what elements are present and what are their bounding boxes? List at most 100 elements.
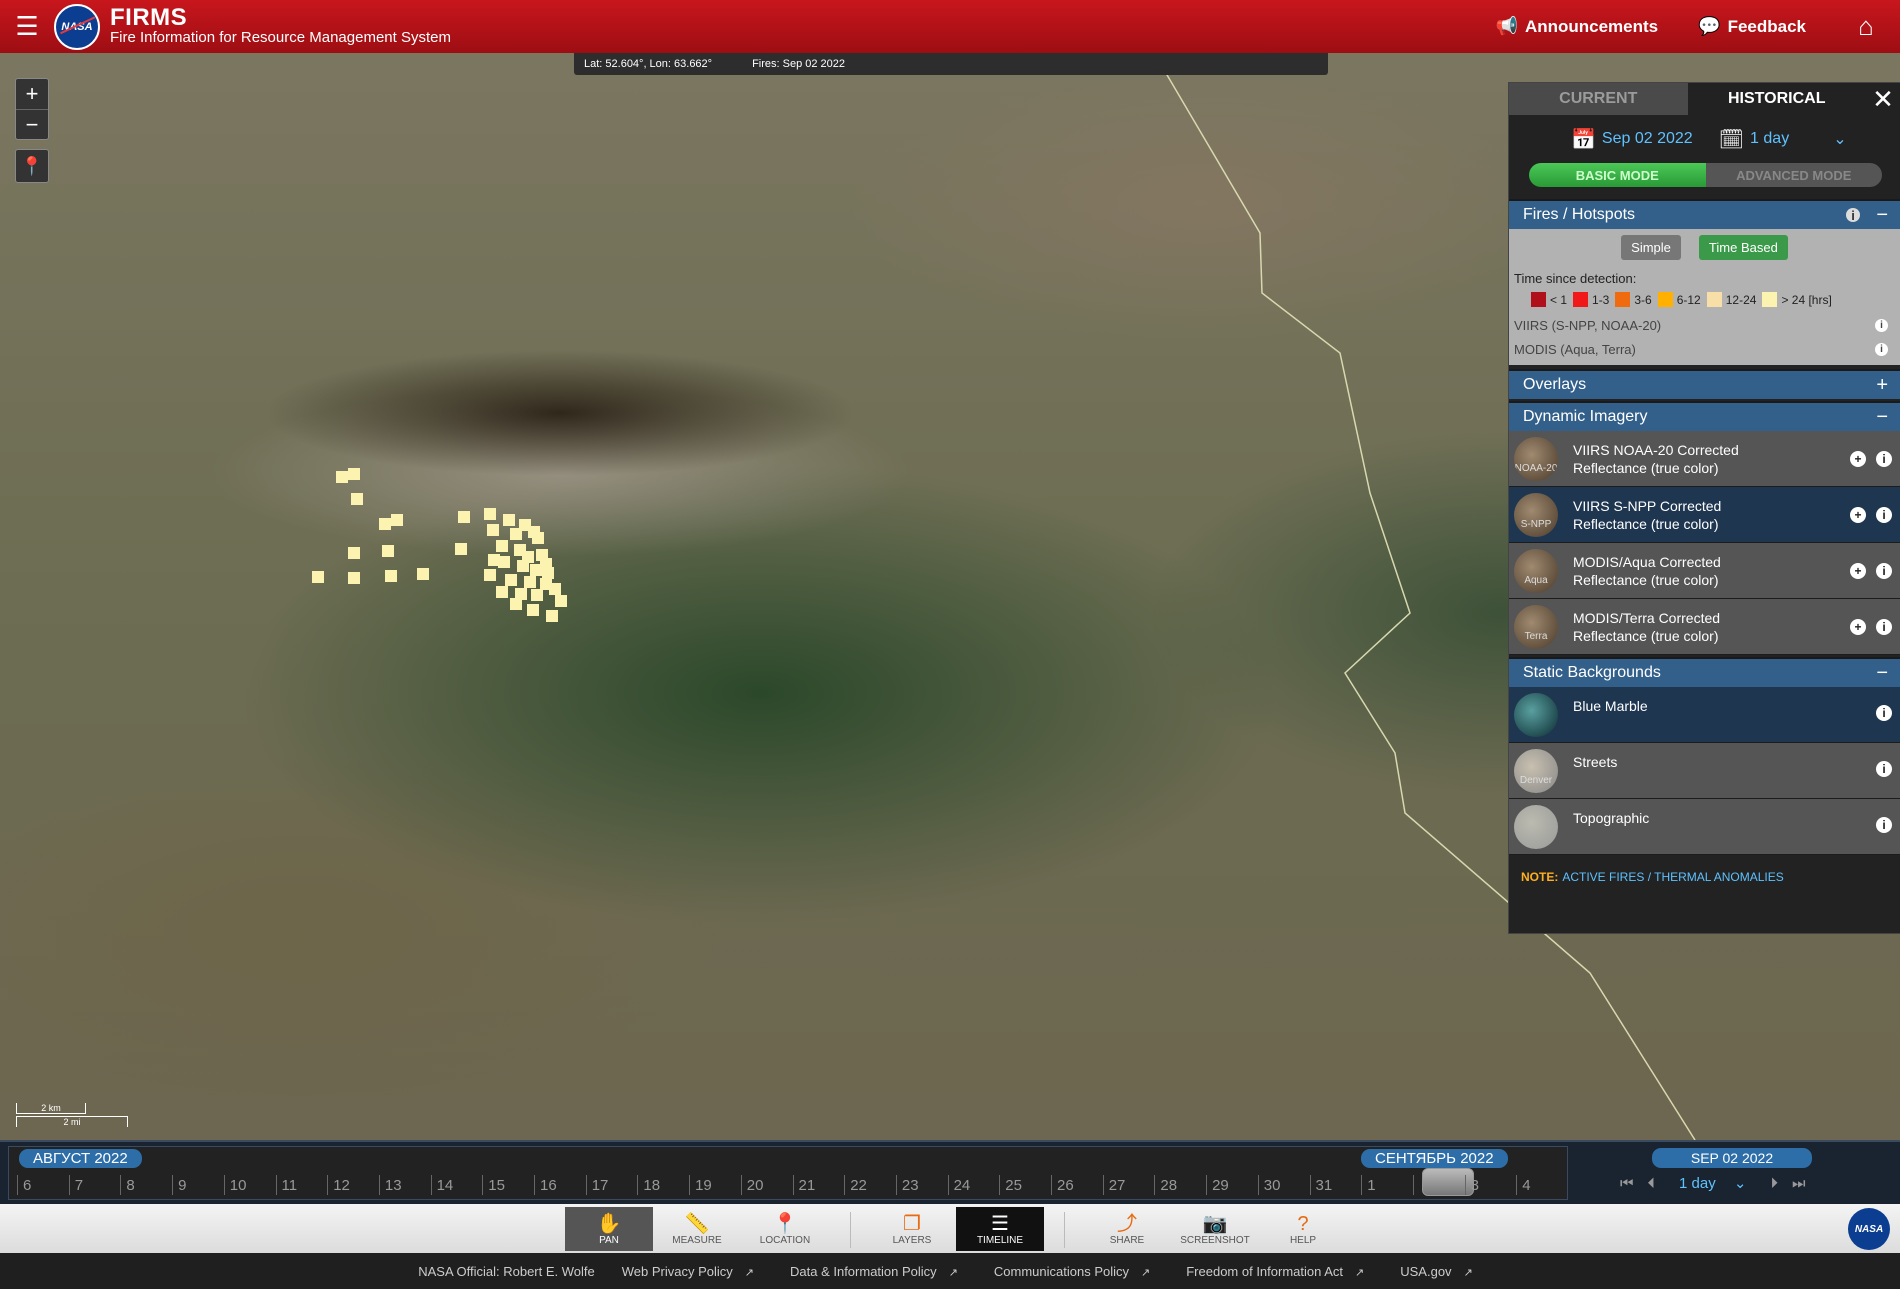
fire-hotspot[interactable] — [505, 574, 517, 586]
timeline-button[interactable]: ☰ TIMELINE — [956, 1207, 1044, 1251]
fire-hotspot[interactable] — [496, 540, 508, 552]
fire-hotspot[interactable] — [510, 598, 522, 610]
fire-hotspot[interactable] — [455, 543, 467, 555]
timeline-day[interactable]: 29 — [1212, 1177, 1229, 1194]
timeline-day[interactable]: 17 — [592, 1177, 609, 1194]
add-layer-icon[interactable]: + — [1850, 506, 1866, 523]
timeline-day[interactable]: 22 — [850, 1177, 867, 1194]
foia-link[interactable]: Freedom of Information Act ↗ — [1177, 1264, 1373, 1279]
fire-hotspot[interactable] — [336, 471, 348, 483]
timeline-day[interactable]: 9 — [178, 1177, 186, 1194]
step-back-icon[interactable]: ⏴ — [1648, 1175, 1656, 1192]
timeline-day[interactable]: 26 — [1057, 1177, 1074, 1194]
interval-select[interactable]: 1 day — [1750, 130, 1789, 148]
layer-row[interactable]: Topographic i — [1509, 799, 1900, 855]
nasa-logo[interactable]: NASA — [54, 3, 100, 50]
timeline-day[interactable]: 23 — [902, 1177, 919, 1194]
timeline-day[interactable]: 15 — [488, 1177, 505, 1194]
fire-hotspot[interactable] — [527, 604, 539, 616]
fire-hotspot[interactable] — [382, 545, 394, 557]
layer-row[interactable]: Denver Streets i — [1509, 743, 1900, 799]
dynamic-section-header[interactable]: Dynamic Imagery − — [1509, 401, 1900, 431]
timeline-day[interactable]: 12 — [333, 1177, 350, 1194]
info-icon[interactable]: i — [1876, 450, 1892, 467]
fire-hotspot[interactable] — [417, 568, 429, 580]
info-icon[interactable]: i — [1876, 817, 1892, 833]
collapse-icon[interactable]: − — [1876, 204, 1888, 227]
screenshot-button[interactable]: 📷 SCREENSHOT — [1171, 1207, 1259, 1251]
simple-button[interactable]: Simple — [1621, 234, 1681, 260]
info-icon[interactable]: i — [1846, 208, 1860, 223]
pan-button[interactable]: ✋ PAN — [565, 1207, 653, 1251]
share-button[interactable]: ⤴ SHARE — [1083, 1207, 1171, 1251]
zoom-in-button[interactable]: + — [16, 79, 48, 109]
tab-historical[interactable]: HISTORICAL — [1687, 83, 1866, 115]
collapse-icon[interactable]: − — [1876, 406, 1888, 429]
timeline-interval-select[interactable]: 1 day ⌄ — [1679, 1174, 1746, 1192]
timeline-day[interactable]: 20 — [747, 1177, 764, 1194]
zoom-out-button[interactable]: − — [16, 109, 48, 139]
fire-hotspot[interactable] — [524, 576, 536, 588]
fire-hotspot[interactable] — [555, 595, 567, 607]
layers-button[interactable]: ❐ LAYERS — [868, 1207, 956, 1251]
menu-icon[interactable]: ☰ — [0, 0, 54, 53]
layer-row[interactable]: Aqua MODIS/Aqua Corrected Reflectance (tr… — [1509, 543, 1900, 599]
layer-row[interactable]: S-NPP VIIRS S-NPP Corrected Reflectance (… — [1509, 487, 1900, 543]
fire-hotspot[interactable] — [484, 508, 496, 520]
add-layer-icon[interactable]: + — [1850, 562, 1866, 579]
timeline-day[interactable]: 24 — [954, 1177, 971, 1194]
static-section-header[interactable]: Static Backgrounds − — [1509, 657, 1900, 687]
step-forward-icon[interactable]: ⏵ — [1770, 1175, 1778, 1192]
timeline-track[interactable]: АВГУСТ 2022 СЕНТЯБРЬ 2022 6 7 8 9 10 11 12 13 14… — [8, 1146, 1568, 1200]
nasa-logo-small[interactable]: NASA — [1848, 1208, 1890, 1250]
fire-hotspot[interactable] — [503, 514, 515, 526]
fire-hotspot[interactable] — [348, 547, 360, 559]
fire-hotspot[interactable] — [517, 560, 529, 572]
fire-hotspot[interactable] — [540, 578, 552, 590]
timeline-day[interactable]: 1 — [1367, 1177, 1375, 1194]
info-icon[interactable]: i — [1876, 618, 1892, 635]
timeline-day[interactable]: 30 — [1264, 1177, 1281, 1194]
fire-hotspot[interactable] — [484, 569, 496, 581]
fire-hotspot[interactable] — [348, 572, 360, 584]
info-icon[interactable]: i — [1875, 342, 1888, 356]
info-icon[interactable]: i — [1876, 705, 1892, 721]
fire-hotspot[interactable] — [531, 589, 543, 601]
info-icon[interactable]: i — [1876, 562, 1892, 579]
timeline-day[interactable]: 3 — [1471, 1177, 1479, 1194]
timeline-day[interactable]: 16 — [540, 1177, 557, 1194]
layer-row[interactable]: NOAA-20 VIIRS NOAA-20 Corrected Reflectan… — [1509, 431, 1900, 487]
usa-gov-link[interactable]: USA.gov ↗ — [1391, 1264, 1482, 1279]
timeline-day[interactable]: 11 — [282, 1177, 298, 1194]
fire-hotspot[interactable] — [458, 511, 470, 523]
info-icon[interactable]: i — [1876, 761, 1892, 777]
date-picker[interactable]: Sep 02 2022 — [1602, 130, 1693, 148]
advanced-mode-button[interactable]: ADVANCED MODE — [1705, 163, 1882, 187]
add-layer-icon[interactable]: + — [1850, 450, 1866, 467]
help-button[interactable]: ? HELP — [1259, 1207, 1347, 1251]
privacy-link[interactable]: Web Privacy Policy ↗ — [613, 1264, 763, 1279]
layer-row[interactable]: Terra MODIS/Terra Corrected Reflectance (… — [1509, 599, 1900, 655]
fire-hotspot[interactable] — [510, 528, 522, 540]
fire-hotspot[interactable] — [487, 524, 499, 536]
timeline-day[interactable]: 27 — [1109, 1177, 1126, 1194]
time-based-button[interactable]: Time Based — [1698, 234, 1788, 260]
chevron-down-icon[interactable]: ⌄ — [1833, 129, 1846, 149]
active-fires-link[interactable]: ACTIVE FIRES / THERMAL ANOMALIES — [1562, 870, 1783, 884]
fire-hotspot[interactable] — [496, 586, 508, 598]
timeline-day[interactable]: 4 — [1522, 1177, 1530, 1194]
announcements-button[interactable]: 📢 Announcements — [1496, 16, 1659, 37]
comm-policy-link[interactable]: Communications Policy ↗ — [985, 1264, 1159, 1279]
tab-current[interactable]: CURRENT — [1509, 83, 1688, 115]
feedback-button[interactable]: 💬 Feedback — [1698, 16, 1806, 37]
info-icon[interactable]: i — [1876, 506, 1892, 523]
timeline-day[interactable]: 10 — [230, 1177, 247, 1194]
jump-end-icon[interactable]: ⏭ — [1792, 1175, 1806, 1192]
home-icon[interactable]: ⌂ — [1846, 7, 1886, 47]
fire-hotspot[interactable] — [348, 468, 360, 480]
add-layer-icon[interactable]: + — [1850, 618, 1866, 635]
overlays-section-header[interactable]: Overlays + — [1509, 369, 1900, 399]
timeline-day[interactable]: 19 — [695, 1177, 712, 1194]
timeline-date[interactable]: SEP 02 2022 — [1652, 1148, 1812, 1168]
location-pin-icon[interactable]: 📍 — [15, 149, 49, 183]
